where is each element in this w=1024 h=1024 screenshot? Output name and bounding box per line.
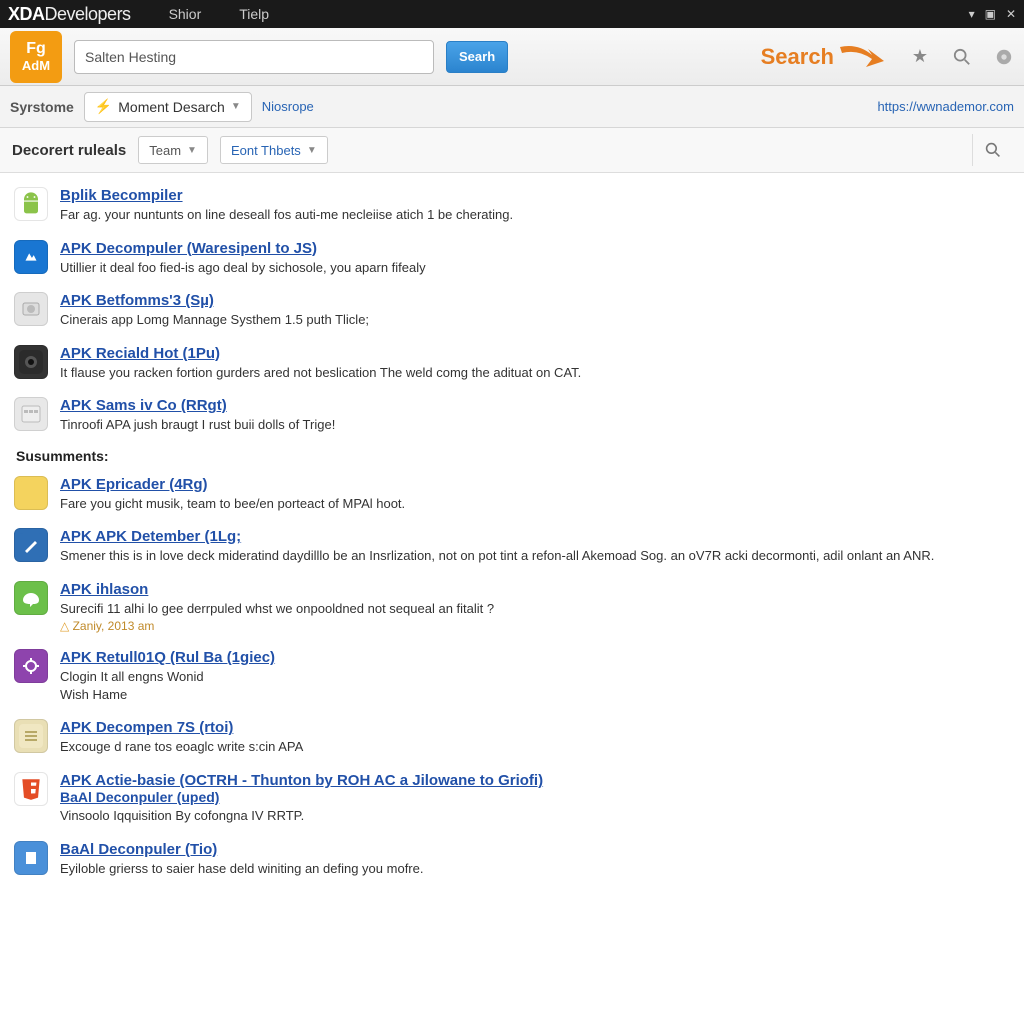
list-item: APK Epricader (4Rg) Fare you gicht musik,…: [14, 470, 1010, 523]
bluewrite-icon: [14, 528, 48, 562]
lightning-icon: ⚡: [95, 98, 112, 115]
window-menubar: XDADevelopers Shior Tielp ▾ ▣ ✕: [0, 0, 1024, 28]
yellow-icon: [14, 476, 48, 510]
dropdown-team[interactable]: Team ▼: [138, 136, 208, 164]
app-logo[interactable]: Fg AdM: [10, 31, 62, 83]
window-close-icon[interactable]: ✕: [1006, 7, 1016, 21]
chevron-down-icon: ▼: [187, 145, 197, 156]
menu-item-2[interactable]: Tielp: [239, 6, 269, 22]
result-title[interactable]: APK Actie-basie (OCTRH - Thunton by ROH …: [60, 772, 1010, 789]
list-item: APK Retull01Q (Rul Ba (1giec) Clogin It a…: [14, 643, 1010, 713]
breadcrumb-label: Syrstome: [10, 99, 74, 115]
result-title[interactable]: APK Sams iv Co (RRgt): [60, 397, 1010, 414]
dropdown-themes-label: Eont Thbets: [231, 143, 301, 158]
search-callout-label: Search: [761, 44, 834, 70]
list-icon: [14, 719, 48, 753]
result-title[interactable]: APK APK Detember (1Lg;: [60, 528, 1010, 545]
filter-search-icon[interactable]: [972, 134, 1012, 166]
brand-main: XDA: [8, 4, 45, 24]
header: Fg AdM Searh Search ★: [0, 28, 1024, 86]
chevron-down-icon: ▼: [307, 145, 317, 156]
dropdown-themes[interactable]: Eont Thbets ▼: [220, 136, 328, 164]
html5-icon: [14, 772, 48, 806]
chevron-down-icon: ▼: [231, 101, 241, 112]
cal-icon: [14, 397, 48, 431]
dropdown-moment-label: Moment Desarch: [118, 99, 225, 115]
list-item: BaAl Deconpuler (Tio) Eyiloble grierss to…: [14, 835, 1010, 888]
result-desc: Far ag. your nuntunts on line deseall fo…: [60, 206, 1010, 224]
result-title[interactable]: APK Reciald Hot (1Pu): [60, 345, 1010, 362]
result-subdesc: Vinsoolo Iqquisition By cofongna IV RRTP…: [60, 807, 1010, 825]
result-desc: Cinerais app Lomg Mannage Systhem 1.5 pu…: [60, 311, 1010, 329]
dark-icon: [14, 345, 48, 379]
brand-sub: Developers: [45, 4, 131, 24]
lightgray-icon: [14, 292, 48, 326]
purple-icon: [14, 649, 48, 683]
result-subtitle[interactable]: BaAl Deconpuler (uped): [60, 789, 1010, 805]
filter-bar: Decorert ruleals Team ▼ Eont Thbets ▼: [0, 128, 1024, 173]
section-heading: Susumments:: [16, 448, 1010, 464]
result-title[interactable]: APK Retull01Q (Rul Ba (1giec): [60, 649, 1010, 666]
dropdown-moment[interactable]: ⚡ Moment Desarch ▼: [84, 92, 252, 122]
result-title[interactable]: Bplik Becompiler: [60, 187, 1010, 204]
list-item: APK ihlason Surecifi 11 alhi lo gee derrp…: [14, 575, 1010, 644]
green-icon: [14, 581, 48, 615]
result-desc: Tinroofi APA jush braugt I rust buii dol…: [60, 416, 1010, 434]
menu-item-1[interactable]: Shior: [169, 6, 202, 22]
result-title[interactable]: APK Betfomms'3 (Sµ): [60, 292, 1010, 309]
filter-label: Decorert ruleals: [12, 142, 126, 159]
window-minimize-icon[interactable]: ▾: [969, 7, 975, 21]
logo-line1: Fg: [26, 41, 46, 57]
result-desc: Excouge d rane tos eoaglc write s:cin AP…: [60, 738, 1010, 756]
result-desc: Fare you gicht musik, team to bee/en por…: [60, 495, 1010, 513]
result-title[interactable]: APK Decompen 7S (rtoi): [60, 719, 1010, 736]
android-icon: [14, 187, 48, 221]
link-niosrope[interactable]: Niosrope: [262, 99, 314, 114]
list-item: APK Decompen 7S (rtoi) Excouge d rane tos…: [14, 713, 1010, 766]
search-input[interactable]: [74, 40, 434, 74]
results-list: Bplik Becompiler Far ag. your nuntunts on…: [0, 173, 1024, 895]
search-button[interactable]: Searh: [446, 41, 508, 73]
list-item: Bplik Becompiler Far ag. your nuntunts on…: [14, 181, 1010, 234]
result-desc: Eyiloble grierss to saier hase deld wini…: [60, 860, 1010, 878]
list-item: APK Decompuler (Waresipenl to JS) Utillie…: [14, 234, 1010, 287]
window-maximize-icon[interactable]: ▣: [985, 7, 996, 21]
search-icon[interactable]: [952, 47, 972, 67]
result-desc: Surecifi 11 alhi lo gee derrpuled whst w…: [60, 600, 1010, 618]
brand: XDADevelopers: [8, 4, 131, 25]
list-item: APK Actie-basie (OCTRH - Thunton by ROH …: [14, 766, 1010, 835]
bluefile-icon: [14, 841, 48, 875]
dropdown-team-label: Team: [149, 143, 181, 158]
list-item: APK Reciald Hot (1Pu) It flause you racke…: [14, 339, 1010, 392]
page-url[interactable]: https://wwnademor.com: [877, 99, 1014, 114]
search-callout: Search: [761, 39, 888, 75]
result-desc: Clogin It all engns Wonid Wish Hame: [60, 668, 1010, 703]
result-desc: Smener this is in love deck mideratind d…: [60, 547, 1010, 565]
list-item: APK Betfomms'3 (Sµ) Cinerais app Lomg Man…: [14, 286, 1010, 339]
logo-line2: AdM: [22, 59, 50, 72]
result-meta: Zaniy, 2013 am: [60, 619, 1010, 633]
result-title[interactable]: BaAl Deconpuler (Tio): [60, 841, 1010, 858]
list-item: APK Sams iv Co (RRgt) Tinroofi APA jush b…: [14, 391, 1010, 444]
gear-icon[interactable]: [994, 47, 1014, 67]
blue-icon: [14, 240, 48, 274]
window-controls: ▾ ▣ ✕: [969, 7, 1016, 21]
result-desc: Utillier it deal foo fied-is ago deal by…: [60, 259, 1010, 277]
arrow-icon: [838, 39, 888, 75]
result-title[interactable]: APK Decompuler (Waresipenl to JS): [60, 240, 1010, 257]
breadcrumb-toolbar: Syrstome ⚡ Moment Desarch ▼ Niosrope htt…: [0, 86, 1024, 128]
result-title[interactable]: APK ihlason: [60, 581, 1010, 598]
result-title[interactable]: APK Epricader (4Rg): [60, 476, 1010, 493]
result-desc: It flause you racken fortion gurders are…: [60, 364, 1010, 382]
star-icon[interactable]: ★: [910, 47, 930, 67]
list-item: APK APK Detember (1Lg; Smener this is in …: [14, 522, 1010, 575]
